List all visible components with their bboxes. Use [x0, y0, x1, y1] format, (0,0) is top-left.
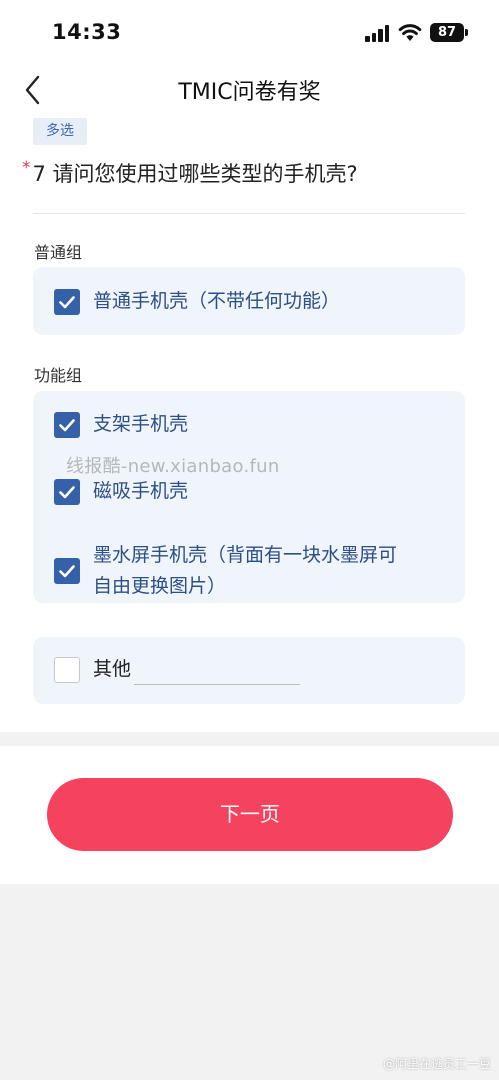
option-label: 磁吸手机壳 [93, 480, 189, 502]
battery-tip [465, 29, 468, 36]
credit-watermark: @阿里在逃员工一豆 [382, 1057, 491, 1071]
checkmark-icon [59, 418, 75, 431]
option-stand-case[interactable]: 支架手机壳 [54, 412, 188, 440]
option-card-function: 支架手机壳 磁吸手机壳 墨水屏手机壳（背面有一块水墨屏可 自由更换图片） [33, 391, 465, 603]
option-label-line2: 自由更换图片） [93, 575, 227, 597]
checkmark-icon [59, 485, 75, 498]
required-mark: * [22, 158, 31, 178]
wifi-icon [398, 24, 422, 41]
next-page-button[interactable]: 下一页 [47, 778, 453, 851]
option-other[interactable]: 其他 [54, 657, 131, 685]
option-label: 墨水屏手机壳（背面有一块水墨屏可 自由更换图片） [93, 540, 397, 602]
question-text: 7 请问您使用过哪些类型的手机壳? [32, 162, 358, 186]
question-title: *7 请问您使用过哪些类型的手机壳? [22, 158, 358, 188]
group-label-function: 功能组 [34, 366, 83, 385]
checkbox-checked[interactable] [54, 412, 80, 438]
checkbox-checked[interactable] [54, 558, 80, 584]
option-card-other: 其他 [33, 637, 465, 704]
checkmark-icon [59, 564, 75, 577]
option-card-normal: 普通手机壳（不带任何功能） [33, 267, 465, 335]
group-label-normal: 普通组 [34, 243, 83, 262]
divider [33, 213, 465, 214]
watermark-text: 线报酷-new.xianbao.fun [66, 456, 280, 477]
option-label: 普通手机壳（不带任何功能） [93, 290, 341, 312]
page-title: TMIC问卷有奖 [178, 80, 321, 105]
checkbox-checked[interactable] [54, 289, 80, 315]
checkbox-unchecked[interactable] [54, 657, 80, 683]
option-label-line1: 墨水屏手机壳（背面有一块水墨屏可 [93, 544, 398, 566]
checkmark-icon [59, 295, 75, 308]
option-normal-case[interactable]: 普通手机壳（不带任何功能） [54, 289, 340, 317]
other-text-input[interactable] [134, 684, 300, 685]
battery-icon: 87 [430, 23, 464, 42]
multi-select-tag: 多选 [33, 118, 87, 145]
status-time: 14:33 [52, 20, 122, 44]
option-label: 其他 [93, 658, 132, 680]
option-magnetic-case[interactable]: 磁吸手机壳 [54, 479, 188, 507]
status-bar: 14:33 87 [0, 0, 499, 64]
cellular-signal-icon [365, 24, 391, 42]
option-label: 支架手机壳 [93, 413, 189, 435]
checkbox-checked[interactable] [54, 479, 80, 505]
option-eink-case[interactable]: 墨水屏手机壳（背面有一块水墨屏可 自由更换图片） [54, 540, 397, 602]
